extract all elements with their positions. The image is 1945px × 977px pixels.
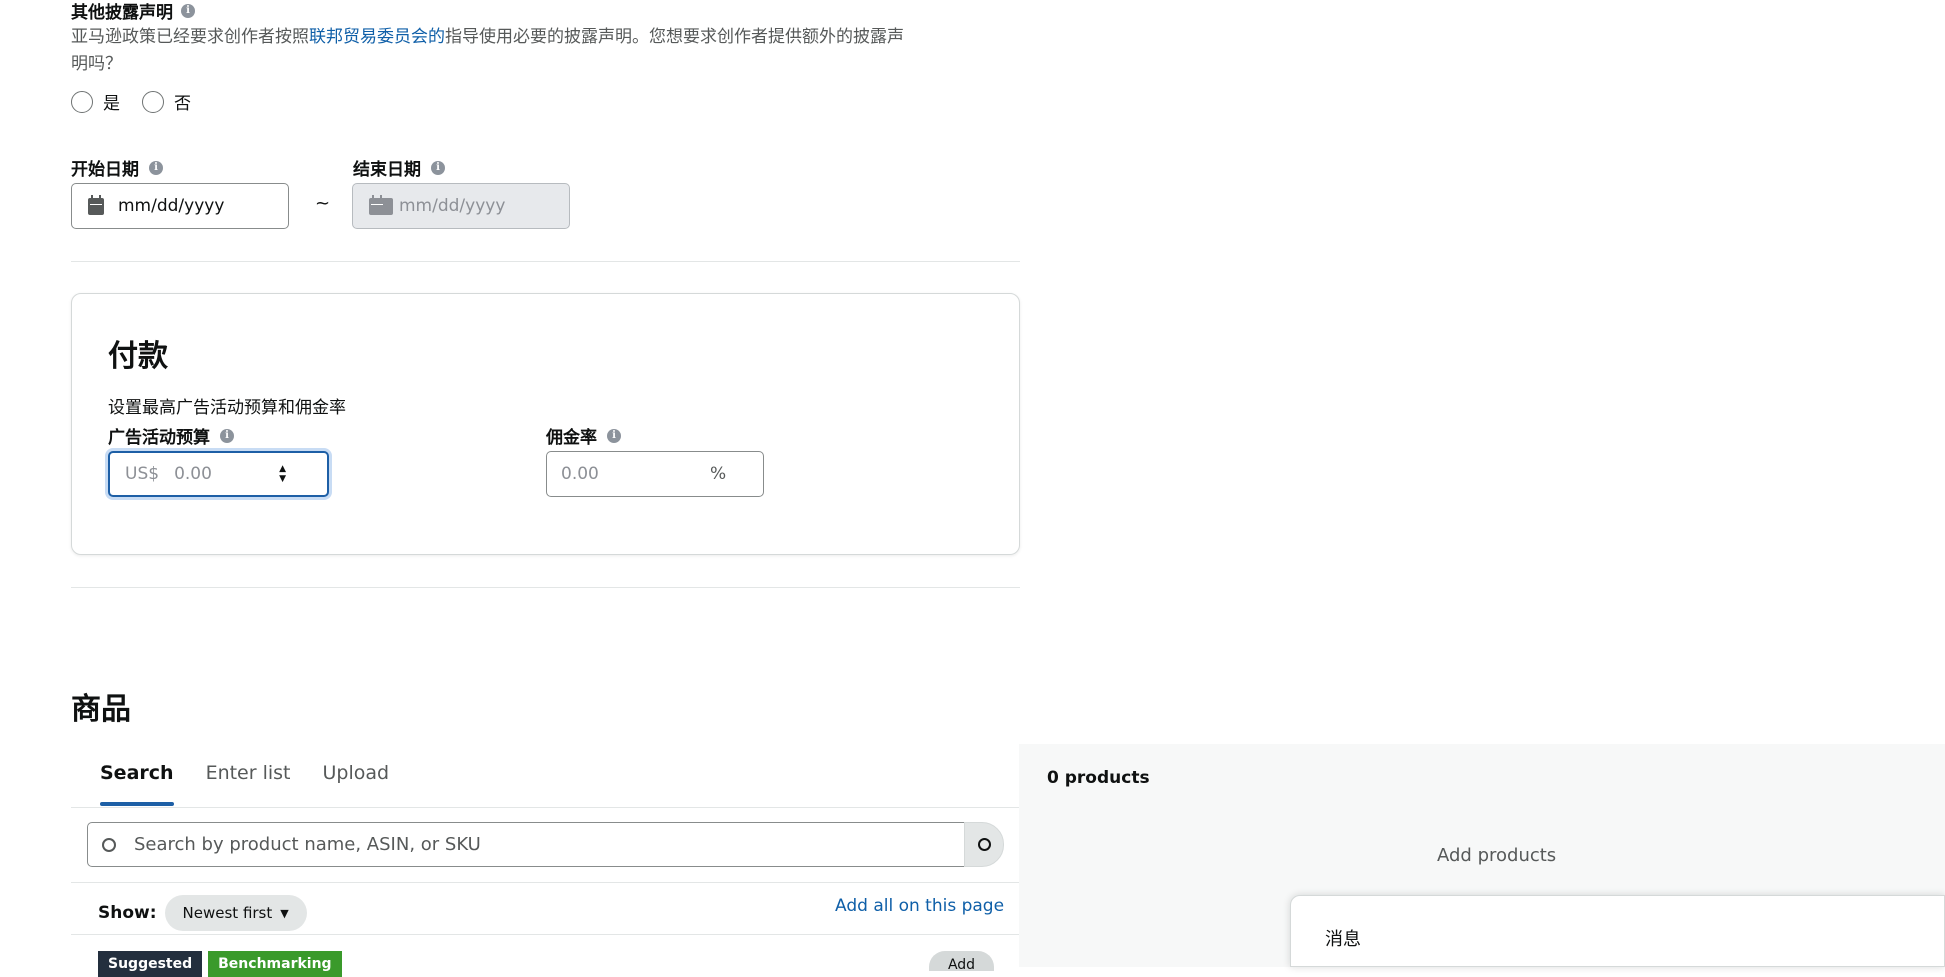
info-icon[interactable]: i [220,428,234,443]
budget-label: 广告活动预算 [108,428,210,448]
budget-value: 0.00 [174,464,212,484]
add-product-button[interactable]: Add [929,951,994,971]
message-title: 消息 [1325,929,1361,950]
info-icon[interactable]: i [181,3,195,18]
search-icon [102,837,116,852]
divider [71,807,1019,808]
commission-value: 0.00 [561,464,599,484]
start-date-input[interactable]: mm/dd/yyyy [71,183,289,229]
product-tabs: Search Enter list Upload [100,762,390,806]
budget-label-row: 广告活动预算 i [108,423,234,448]
radio-yes[interactable] [71,90,93,113]
disclosure-title: 其他披露声明 [71,3,173,23]
search-button[interactable] [964,822,1004,867]
show-label: Show: [98,903,157,923]
sort-dropdown[interactable]: Newest first ▼ [164,895,307,931]
stepper-down-icon[interactable]: ▼ [279,474,286,484]
divider [71,261,1020,262]
message-panel[interactable]: 消息 [1290,895,1945,967]
products-title: 商品 [71,692,131,727]
empty-state-label: Add products [1437,845,1557,866]
calendar-icon [88,194,104,215]
product-search-input[interactable]: Search by product name, ASIN, or SKU [87,822,965,867]
number-stepper[interactable]: ▲ ▼ [279,464,286,484]
date-separator: ~ [315,193,331,214]
radio-yes-label: 是 [103,94,120,114]
budget-input[interactable]: US$ 0.00 ▲ ▼ [108,451,329,497]
radio-no-label: 否 [174,94,191,114]
search-icon [977,838,991,851]
divider [71,934,1019,935]
radio-no[interactable] [142,90,164,113]
start-date-label-row: 开始日期 i [71,155,163,180]
sort-row: Show: Newest first ▼ [98,895,307,931]
badge-benchmarking: Benchmarking [208,951,342,977]
divider [71,882,1019,883]
info-icon[interactable]: i [431,160,445,175]
chevron-down-icon: ▼ [280,906,289,920]
stepper-up-icon[interactable]: ▲ [279,464,286,474]
currency-prefix: US$ [125,464,160,484]
tab-enter-list[interactable]: Enter list [206,762,291,784]
commission-input[interactable]: 0.00 % [546,451,764,497]
payment-subtitle: 设置最高广告活动预算和佣金率 [108,398,346,418]
end-date-label: 结束日期 [353,160,421,180]
ftc-link[interactable]: 联邦贸易委员会的 [309,27,445,47]
product-count: 0 products [1047,768,1150,788]
active-tab-indicator [100,802,174,806]
add-all-link[interactable]: Add all on this page [835,896,1004,916]
commission-label-row: 佣金率 i [546,423,621,448]
divider [71,587,1020,588]
disclosure-text: 亚马逊政策已经要求创作者按照联邦贸易委员会的指导使用必要的披露声明。您想要求创作… [71,27,904,74]
disclosure-radio-group: 是 否 [71,89,191,114]
info-icon[interactable]: i [607,428,621,443]
commission-label: 佣金率 [546,428,597,448]
percent-suffix: % [710,464,727,484]
end-date-input[interactable]: mm/dd/yyyy [352,183,570,229]
start-date-label: 开始日期 [71,160,139,180]
payment-title: 付款 [108,339,168,374]
info-icon[interactable]: i [149,160,163,175]
calendar-icon [369,194,385,215]
tab-upload[interactable]: Upload [323,762,390,784]
badge-suggested: Suggested [98,951,203,977]
disclosure-section: 其他披露声明 i [71,0,195,23]
tab-search[interactable]: Search [100,762,174,806]
end-date-label-row: 结束日期 i [353,155,445,180]
product-badges: Suggested Benchmarking [98,951,342,977]
